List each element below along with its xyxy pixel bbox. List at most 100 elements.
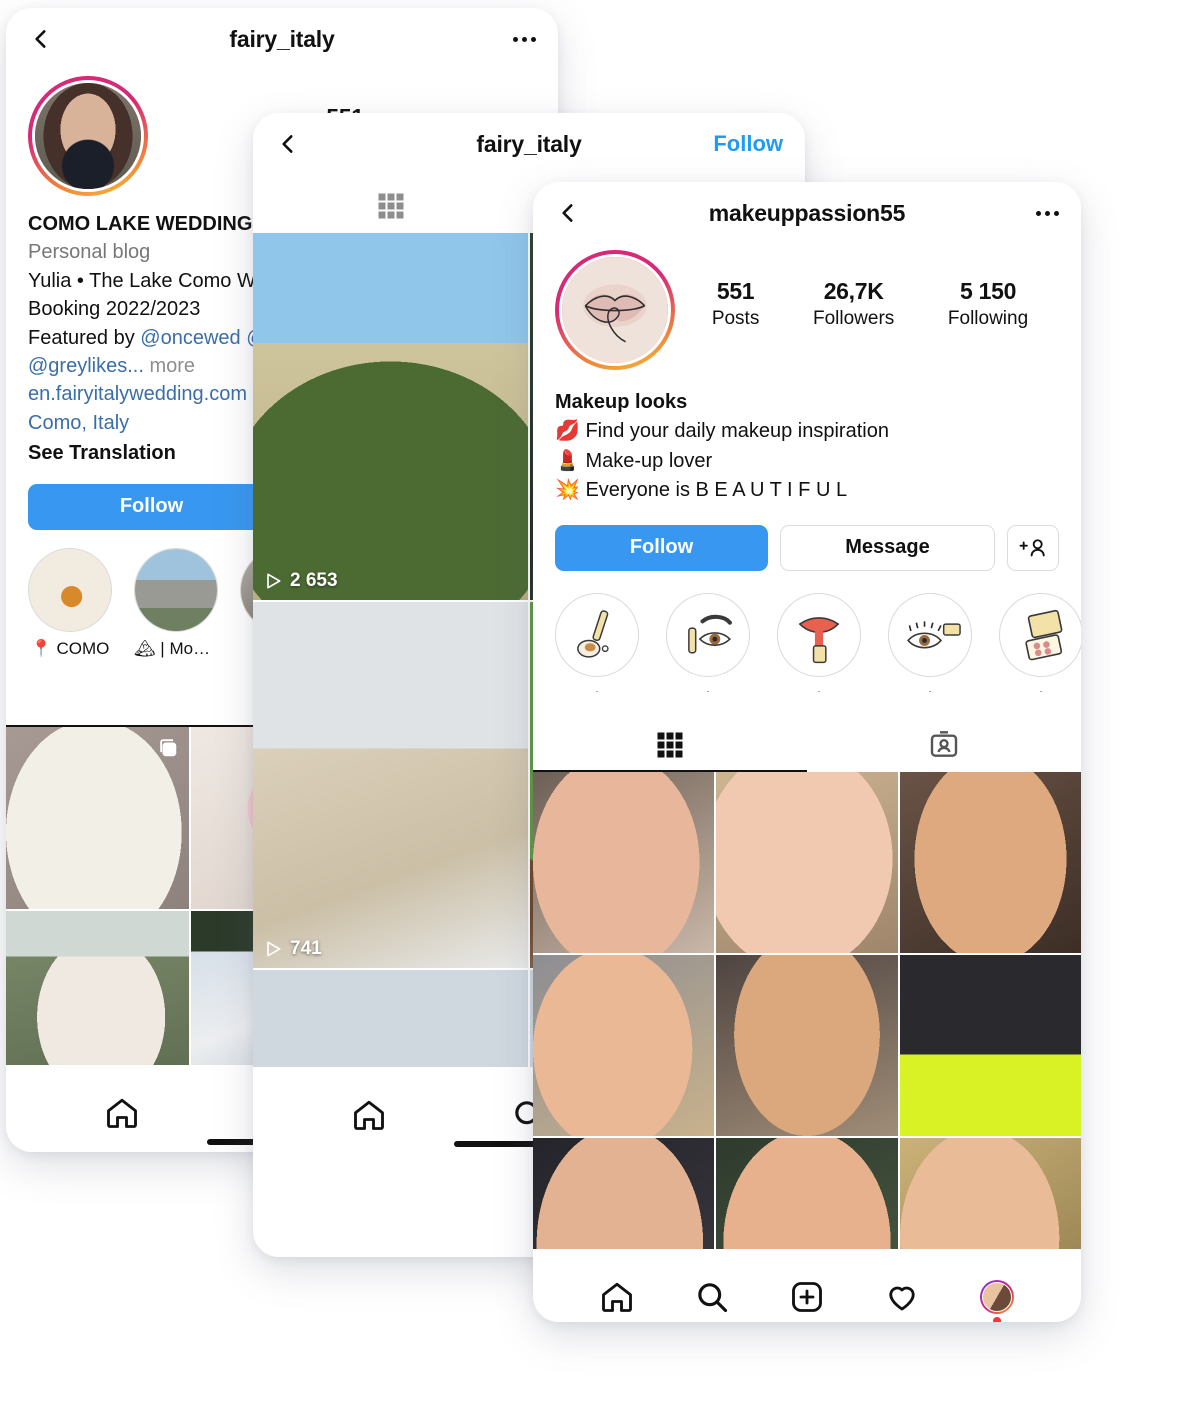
nav-create[interactable]	[759, 1279, 854, 1315]
tab-grid[interactable]	[253, 181, 529, 233]
avatar	[559, 254, 671, 366]
follow-button[interactable]: Follow	[555, 524, 768, 571]
multi-post-icon	[157, 737, 179, 764]
highlight-item-palette[interactable]: .	[999, 592, 1081, 694]
profile-avatar	[35, 83, 141, 189]
highlight-como-icon	[28, 547, 112, 632]
screenshot-stage: fairy_italy 551 Posts COMO LAKE WEDDING …	[0, 0, 1200, 1425]
highlight-lipstick-label: .	[817, 683, 821, 694]
bio-mention-greylikes[interactable]: @greylikes...	[28, 355, 144, 377]
card3-bottom-nav	[533, 1248, 1081, 1322]
card1-page-title: fairy_italy	[229, 25, 335, 52]
bio-line-3-text: Everyone is B E A U T I F U L	[585, 479, 848, 502]
add-person-icon	[1019, 538, 1045, 556]
stat-following[interactable]: 5 150 Following	[948, 278, 1028, 330]
card3-bio: Makeup looks 💋 Find your daily makeup in…	[533, 370, 1081, 505]
card1-avatar-ring[interactable]	[28, 76, 148, 196]
reel-post[interactable]: 2 653	[253, 233, 528, 600]
highlight-item-brush[interactable]: .	[555, 592, 639, 694]
nav-search[interactable]	[664, 1279, 759, 1315]
chevron-left-icon[interactable]	[275, 131, 301, 157]
tagged-icon	[930, 730, 958, 757]
more-options-icon[interactable]	[513, 36, 536, 42]
notification-dot	[993, 1316, 1002, 1322]
heart-icon	[889, 1286, 915, 1310]
lips-line-art-avatar	[562, 257, 668, 363]
card3-stats: 551 Posts 26,7K Followers 5 150 Followin…	[675, 250, 1059, 330]
play-icon	[267, 941, 281, 957]
reel-view-count: 741	[263, 938, 322, 960]
chevron-left-icon[interactable]	[28, 26, 54, 52]
highlight-item-eyebrow[interactable]: .	[666, 592, 750, 694]
reel-post[interactable]: 387	[253, 970, 528, 1067]
card3-post-grid	[533, 771, 1081, 1249]
card3-tabs	[533, 720, 1081, 772]
highlight-item-como[interactable]: 📍 COMO	[28, 547, 112, 659]
stat-posts[interactable]: 551 Posts	[712, 278, 760, 330]
grid-post[interactable]	[716, 771, 898, 953]
bio-line-2-text: Make-up lover	[585, 449, 713, 472]
more-options-icon[interactable]	[1036, 210, 1059, 216]
grid-post[interactable]	[533, 1138, 715, 1249]
chevron-left-icon[interactable]	[555, 200, 581, 226]
bio-location-link[interactable]: Como, Italy	[28, 412, 129, 434]
bio-more-link[interactable]: more	[149, 355, 195, 377]
tab-tagged[interactable]	[807, 720, 1081, 772]
highlight-mascara-label: .	[928, 683, 932, 694]
highlight-palette-label: .	[1039, 683, 1043, 694]
grid-post[interactable]	[899, 954, 1081, 1137]
grid-post[interactable]	[899, 1138, 1081, 1249]
grid-post[interactable]	[6, 726, 189, 910]
stat-followers-value: 26,7K	[823, 278, 884, 304]
home-icon	[354, 1100, 384, 1130]
nav-home[interactable]	[289, 1097, 449, 1133]
card3-story-highlights: . . . . .	[533, 571, 1081, 694]
kiss-mark-icon: 💋	[555, 418, 580, 443]
bio-website-link[interactable]: en.fairyitalywedding.com	[28, 383, 247, 405]
card3-page-title: makeuppassion55	[708, 199, 906, 226]
grid-post[interactable]	[716, 1138, 898, 1249]
bio-line-1: 💋 Find your daily makeup inspiration	[555, 416, 1059, 445]
grid-post[interactable]	[899, 771, 1081, 953]
highlight-item-mascara[interactable]: .	[888, 592, 972, 694]
stat-posts-label: Posts	[711, 308, 760, 329]
highlight-palette-icon	[999, 592, 1081, 677]
follow-button[interactable]: Follow	[28, 483, 275, 530]
stat-posts-value: 551	[716, 278, 755, 304]
profile-avatar-icon[interactable]	[980, 1279, 1015, 1322]
bio-mention-oncewed[interactable]: @oncewed	[140, 327, 240, 349]
grid-post[interactable]	[533, 771, 715, 953]
highlight-item-lipstick[interactable]: .	[777, 592, 861, 694]
add-person-button[interactable]	[1007, 524, 1059, 571]
home-icon	[601, 1282, 632, 1312]
create-icon	[792, 1281, 822, 1312]
card2-topbar: fairy_italy Follow	[253, 113, 805, 175]
follow-link[interactable]: Follow	[713, 131, 783, 157]
stat-followers-label: Followers	[812, 308, 895, 329]
card1-topbar: fairy_italy	[6, 8, 558, 70]
nav-home[interactable]	[42, 1095, 202, 1131]
stat-following-label: Following	[947, 308, 1029, 329]
nav-profile[interactable]	[950, 1279, 1045, 1322]
bio-display-name: Makeup looks	[555, 391, 688, 413]
card3-topbar: makeuppassion55	[533, 182, 1081, 244]
grid-post[interactable]	[6, 911, 189, 1065]
card3-avatar-ring[interactable]	[555, 250, 675, 370]
reel-post[interactable]: 741	[253, 601, 528, 969]
nav-activity[interactable]	[855, 1279, 950, 1315]
grid-post[interactable]	[533, 954, 715, 1137]
highlight-brush-label: .	[595, 683, 599, 694]
tab-grid[interactable]	[533, 720, 807, 772]
stat-followers[interactable]: 26,7K Followers	[813, 278, 894, 330]
nav-home[interactable]	[569, 1279, 664, 1315]
message-button[interactable]: Message	[780, 524, 995, 571]
bio-featured-prefix: Featured by	[28, 326, 141, 349]
card3-actions: Follow Message	[533, 505, 1081, 571]
grid-icon	[378, 193, 404, 219]
highlight-mountains-icon	[134, 547, 218, 632]
highlight-item-mountains[interactable]: 🏔 | Mounta...	[134, 547, 218, 659]
grid-post[interactable]	[716, 954, 898, 1137]
highlight-lipstick-icon	[777, 592, 861, 677]
avatar	[32, 80, 144, 192]
highlight-mountains-label: 🏔 | Mounta...	[134, 638, 218, 658]
